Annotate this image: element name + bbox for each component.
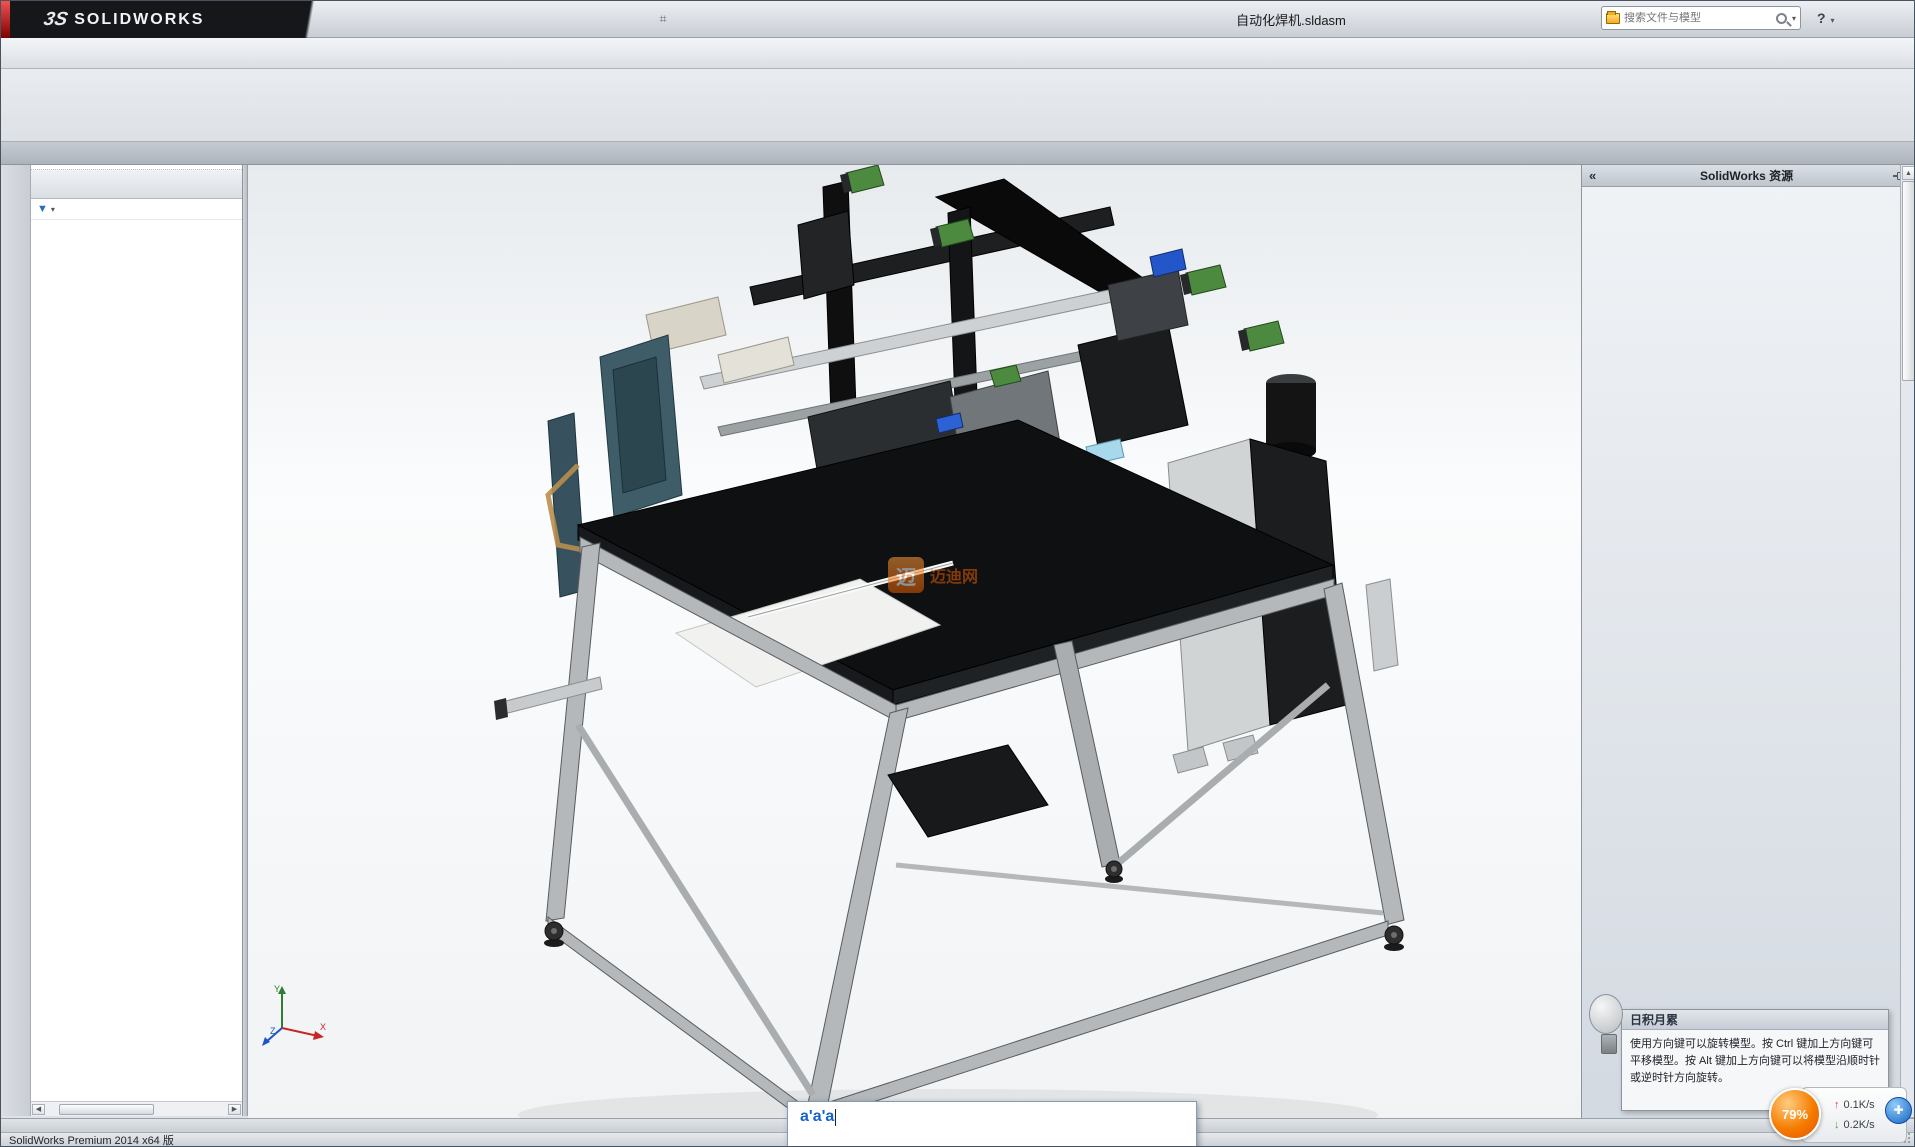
tip-text: 使用方向键可以旋转模型。按 Ctrl 键加上方向键可平移模型。按 Alt 键加上…	[1622, 1030, 1888, 1093]
memory-usage-ball[interactable]: 79%	[1769, 1088, 1821, 1140]
graphics-viewport[interactable]: 迈 迈迪网 Y X Z	[248, 165, 1581, 1118]
upload-icon: ↑	[1834, 1099, 1840, 1111]
scroll-left-icon[interactable]: ◀	[32, 1104, 45, 1115]
filter-dropdown-icon[interactable]: ▾	[51, 205, 55, 214]
logo-text: SOLIDWORKS	[74, 11, 204, 29]
search-dropdown-icon[interactable]: ▾	[1792, 14, 1796, 23]
help-button[interactable]: ? ▾	[1817, 10, 1834, 26]
task-pane-scrollbar[interactable]: ▲ ▼	[1900, 165, 1915, 1132]
search-icon[interactable]	[1776, 13, 1787, 24]
text-caret	[835, 1109, 836, 1126]
triad-x-label: X	[320, 1022, 326, 1032]
scrollbar-thumb[interactable]	[59, 1104, 154, 1115]
command-manager-ribbon	[1, 69, 1914, 142]
scroll-up-icon[interactable]: ▲	[1902, 166, 1915, 180]
solidworks-window: 3S SOLIDWORKS ⌗ 自动化焊机.sldasm ▾ ? ▾ ▼ ▾	[0, 0, 1915, 1147]
feature-manager-panel: ▼ ▾ ◀ ▶	[31, 165, 243, 1116]
task-pane-body	[1589, 187, 1898, 1132]
triad-y-label: Y	[274, 984, 280, 994]
ds-logo-icon: 3S	[42, 9, 70, 31]
collapse-left-icon[interactable]: «	[1589, 168, 1596, 183]
triad-z-label: Z	[270, 1026, 276, 1036]
left-tool-strip	[1, 165, 31, 1116]
midi-watermark: 迈 迈迪网	[888, 557, 978, 593]
orientation-triad: Y X Z	[260, 980, 330, 1050]
tree-filter-bar[interactable]: ▼ ▾	[31, 199, 242, 220]
ime-composition-window: a'a'a	[787, 1101, 1197, 1147]
search-input[interactable]	[1624, 12, 1772, 24]
scrollbar-thumb[interactable]	[1902, 181, 1915, 381]
tip-title: 日积月累	[1622, 1010, 1888, 1030]
search-box[interactable]: ▾	[1601, 6, 1801, 30]
task-pane: « SolidWorks 资源 ▲ ▼	[1581, 165, 1915, 1132]
lightbulb-icon	[1589, 994, 1629, 1068]
scroll-right-icon[interactable]: ▶	[228, 1104, 241, 1115]
filter-icon[interactable]: ▼	[37, 203, 48, 215]
pushpin-icon[interactable]: ⌗	[653, 9, 673, 29]
midi-logo-icon: 迈	[888, 557, 924, 593]
upload-speed: 0.1K/s	[1844, 1099, 1875, 1111]
assistant-ball-icon[interactable]: ✚	[1885, 1097, 1912, 1124]
task-pane-title: SolidWorks 资源	[1596, 167, 1897, 184]
download-icon: ↓	[1834, 1119, 1840, 1131]
tree-horizontal-scrollbar[interactable]: ◀ ▶	[31, 1101, 242, 1116]
search-scope-icon	[1606, 13, 1620, 24]
download-speed: 0.2K/s	[1844, 1119, 1875, 1131]
status-text: SolidWorks Premium 2014 x64 版	[9, 1132, 174, 1147]
secondary-toolbar	[1, 38, 1914, 69]
title-bar: 3S SOLIDWORKS ⌗ 自动化焊机.sldasm ▾ ? ▾	[1, 1, 1914, 38]
assembly-3d-model[interactable]	[248, 165, 1581, 1118]
task-pane-header: « SolidWorks 资源	[1582, 165, 1915, 187]
feature-manager-tabs	[31, 170, 242, 199]
brand-stripe	[1, 1, 10, 38]
ime-input[interactable]: a'a'a	[800, 1108, 834, 1126]
feature-tree	[31, 220, 242, 1101]
command-tab-row	[1, 142, 1914, 165]
document-title: 自动化焊机.sldasm	[1111, 10, 1471, 29]
watermark-text: 迈迪网	[930, 563, 978, 587]
solidworks-logo: 3S SOLIDWORKS	[10, 1, 338, 38]
